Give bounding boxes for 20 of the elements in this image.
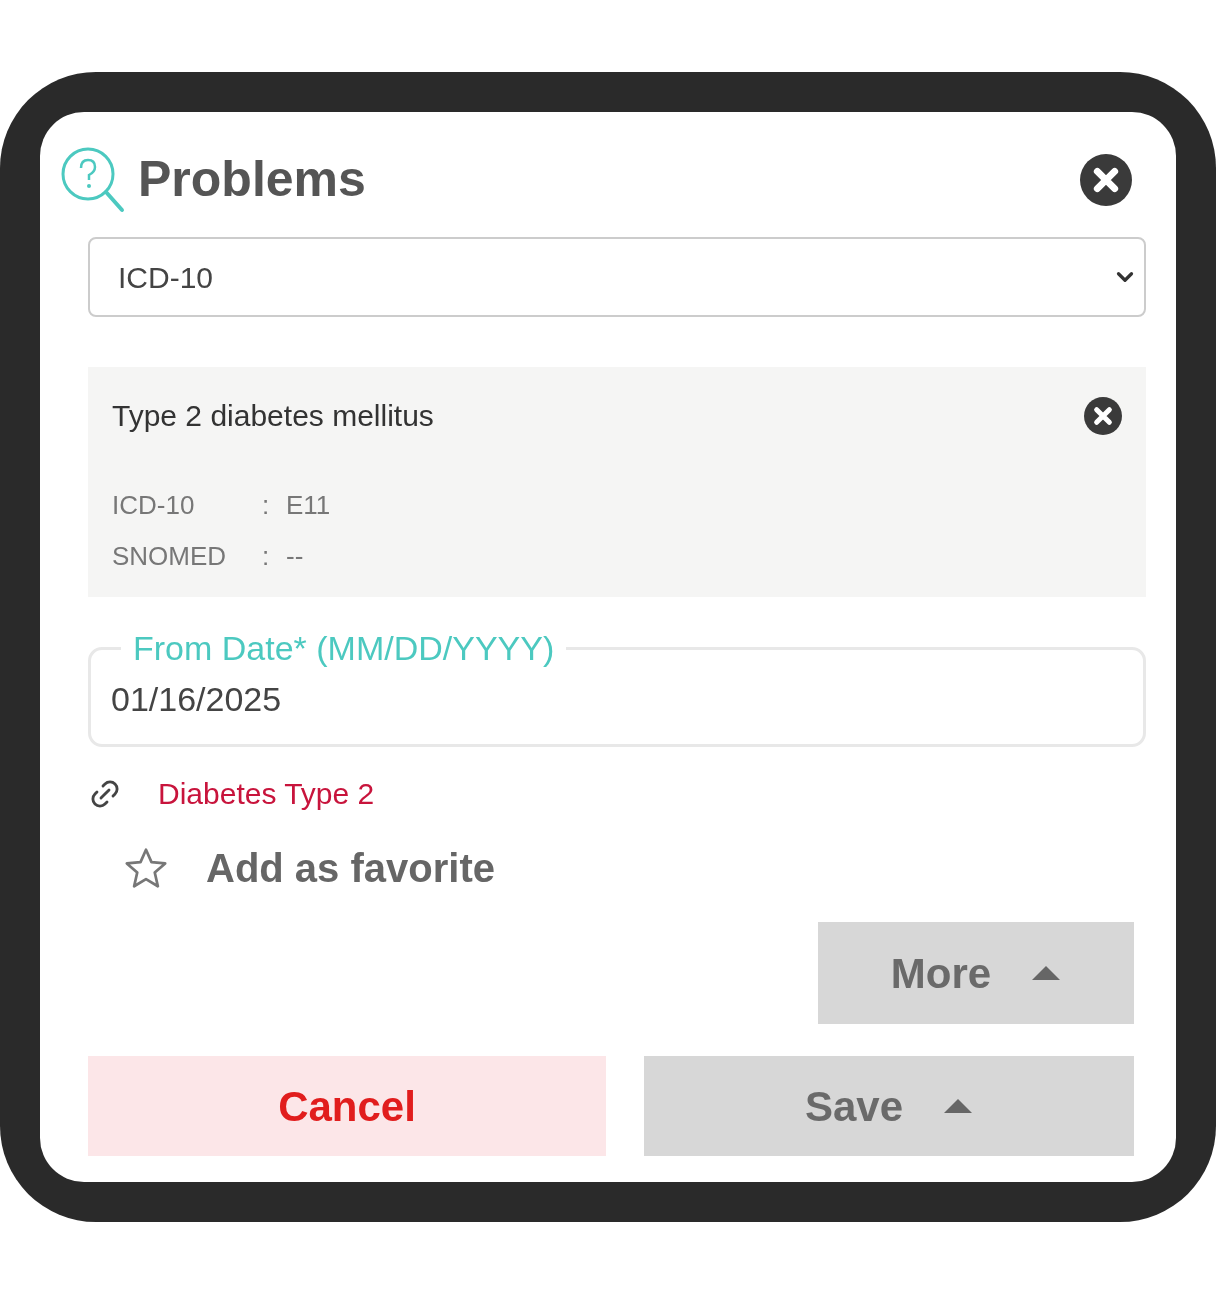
favorite-toggle[interactable]: Add as favorite (124, 838, 495, 898)
code-system-select[interactable]: ICD-10 (88, 237, 1146, 317)
code-system: ICD-10 (112, 489, 196, 522)
close-icon[interactable] (1080, 153, 1132, 206)
code-value: E11 (286, 489, 331, 522)
code-separator: : (262, 489, 271, 522)
problem-name: Type 2 diabetes mellitus (112, 398, 434, 434)
linked-problem-link[interactable]: Diabetes Type 2 (158, 771, 375, 816)
code-system: SNOMED (112, 540, 228, 573)
code-separator: : (262, 540, 271, 573)
caret-up-icon (943, 1098, 974, 1114)
code-value: -- (286, 540, 305, 573)
dialog-title: Problems (138, 150, 366, 209)
save-button[interactable]: Save (644, 1056, 1134, 1156)
field-label: From Date* (MM/DD/YYYY) (132, 628, 556, 669)
date-input-field[interactable]: 01/16/2025 (111, 674, 1123, 725)
caret-up-icon (1031, 965, 1062, 981)
cancel-button[interactable]: Cancel (88, 1056, 606, 1156)
remove-icon[interactable] (1084, 396, 1122, 435)
more-button[interactable]: More (818, 922, 1134, 1024)
